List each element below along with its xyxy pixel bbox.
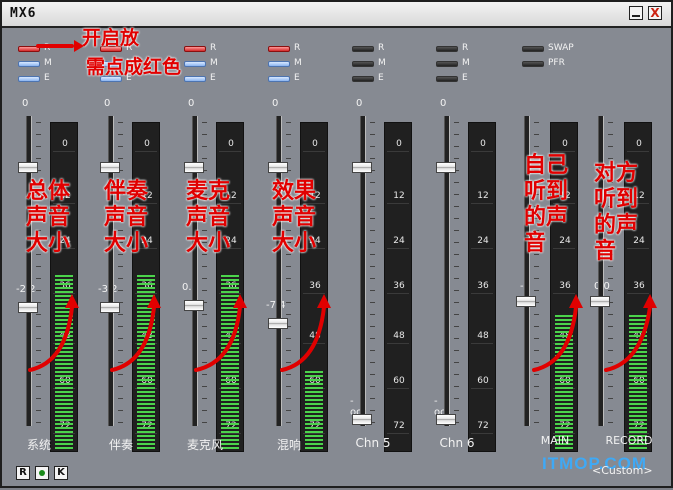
arrow-ch4: [280, 305, 326, 372]
arrow-record: [604, 305, 652, 372]
arrow-ch1: [28, 305, 74, 372]
arrow-ch2: [110, 305, 156, 372]
annotation-arrows: [28, 40, 657, 372]
mixer-window: MX6 X RME0-2.20122436486072系统RME0-3.2012…: [0, 0, 673, 488]
arrow-main: [532, 305, 578, 372]
arrow-ch3: [194, 305, 242, 372]
